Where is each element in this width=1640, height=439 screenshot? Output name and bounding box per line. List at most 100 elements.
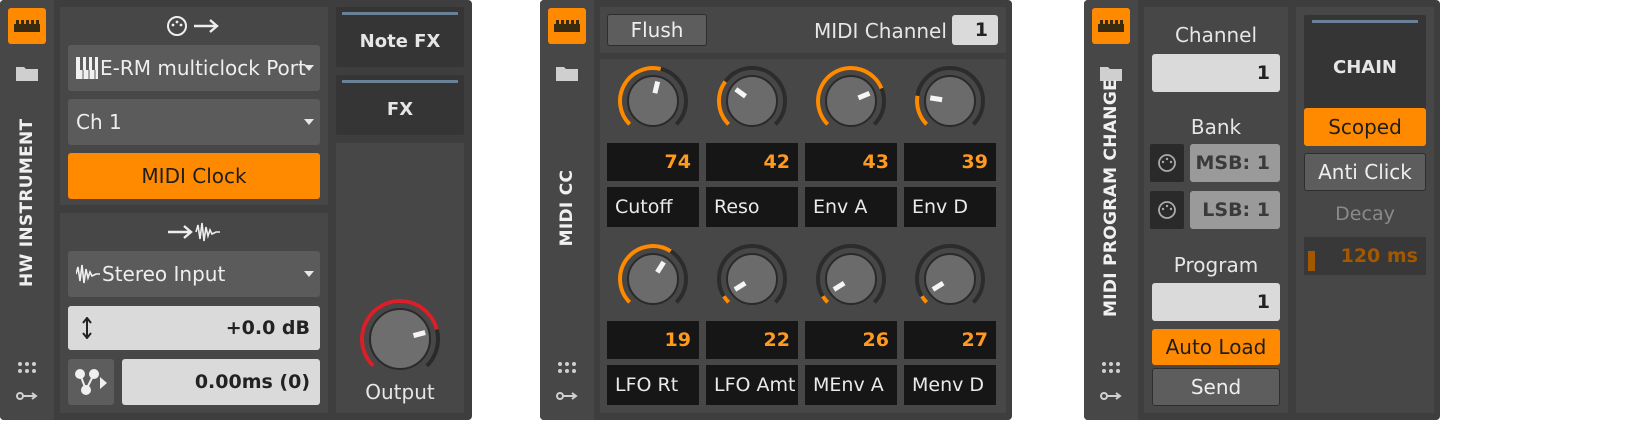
lsb-field[interactable]: LSB: 1 [1190,191,1280,229]
cc-value-field[interactable]: 22 [706,321,798,359]
device-icon-button[interactable] [548,8,586,44]
cc-knob-body [924,253,976,305]
grid-dots-icon [1102,362,1120,373]
cc-knob[interactable] [910,239,990,319]
cc-label-field[interactable]: Menv D [904,365,996,405]
cc-knob[interactable] [712,239,792,319]
msb-value: MSB: 1 [1195,152,1270,174]
cc-knob-body [726,75,778,127]
decay-slider-fill [1308,251,1315,271]
cc-knob-body [825,253,877,305]
device-title: MIDI PROGRAM CHANGE [1101,79,1121,317]
folder-icon [16,67,38,81]
channel-label: Channel [1174,23,1258,47]
waveform-icon [76,264,100,284]
cc-label-field[interactable]: LFO Rt [607,365,699,405]
modulators-button[interactable] [12,386,42,406]
midi-channel-select[interactable]: Ch 1 [68,99,320,145]
latency-compensation-button[interactable] [68,359,114,405]
cc-value-field[interactable]: 26 [805,321,897,359]
cc-knob[interactable] [811,239,891,319]
key-arrow-icon [16,392,38,400]
chevron-down-icon [304,65,314,71]
cc-value-field[interactable]: 42 [706,143,798,181]
lsb-midi-icon-box[interactable] [1150,191,1184,229]
cc-controls-grid: 74 Cutoff 42 Reso 43 Env A 39 Env D 19 LFO Rt 22 LF… [600,59,1006,413]
scoped-toggle[interactable]: Scoped [1304,108,1426,146]
latency-field[interactable]: 0.00ms (0) [122,359,320,405]
midi-out-header [60,13,328,39]
output-label: Output [365,380,435,404]
cc-label-field[interactable]: MEnv A [805,365,897,405]
midi-cc-header: Flush MIDI Channel 1 [600,7,1006,53]
cc-label-field[interactable]: Env A [805,187,897,227]
device-icon-button[interactable] [1092,8,1130,44]
cc-knob[interactable] [910,61,990,141]
input-gain-value: +0.0 dB [225,317,310,339]
cc-value-field[interactable]: 27 [904,321,996,359]
midi-din-icon [1158,201,1176,219]
program-change-panel: Channel 1 Bank MSB: 1 LSB: 1 Program 1 A [1144,7,1288,413]
audio-input-select[interactable]: Stereo Input [68,251,320,297]
device-header-strip: MIDI CC [540,0,594,420]
cc-knob[interactable] [613,239,693,319]
anti-click-toggle[interactable]: Anti Click [1304,153,1426,191]
preset-browser-button[interactable] [552,60,582,86]
cc-knob-body [825,75,877,127]
preset-browser-button[interactable] [12,60,42,86]
keyboard-piano-icon [1098,20,1124,32]
cc-knob[interactable] [811,61,891,141]
cc-knob-body [726,253,778,305]
cc-value-field[interactable]: 19 [607,321,699,359]
cc-value-field[interactable]: 39 [904,143,996,181]
remote-controls-button[interactable] [12,356,42,378]
midi-cc-device: MIDI CC Flush MIDI Channel 1 74 Cutoff 42 R… [540,0,1012,420]
decay-value: 120 ms [1340,245,1418,267]
cc-knob[interactable] [712,61,792,141]
chevron-down-icon [304,119,314,125]
output-knob[interactable] [356,295,444,383]
midi-output-port-select[interactable]: E-RM multiclock Port [68,45,320,91]
remote-controls-button[interactable] [1096,356,1126,378]
remote-controls-button[interactable] [552,356,582,378]
msb-midi-icon-box[interactable] [1150,144,1184,182]
device-header-strip: MIDI PROGRAM CHANGE [1084,0,1138,420]
cc-knob-body [924,75,976,127]
channel-field[interactable]: 1 [1152,54,1280,92]
keyboard-piano-icon [14,20,40,32]
midi-program-change-device: MIDI PROGRAM CHANGE Channel 1 Bank MSB: … [1084,0,1440,420]
key-arrow-icon [556,392,578,400]
modulators-button[interactable] [552,386,582,406]
note-fx-slot[interactable]: Note FX [336,7,464,67]
fx-slot[interactable]: FX [336,75,464,135]
midi-channel-field[interactable]: 1 [952,15,998,45]
cc-knob-indicator [652,80,661,94]
midi-port-arrow-icon [167,16,219,36]
decay-slider[interactable]: 120 ms [1304,237,1426,275]
auto-load-toggle[interactable]: Auto Load [1152,329,1280,365]
keyboard-icon [76,57,98,79]
cc-value-field[interactable]: 43 [805,143,897,181]
send-button[interactable]: Send [1152,368,1280,406]
cc-label-field[interactable]: LFO Amt [706,365,798,405]
modulators-button[interactable] [1096,386,1126,406]
arrow-waveform-icon [168,222,220,242]
input-gain-field[interactable]: +0.0 dB [68,306,320,350]
flush-button[interactable]: Flush [607,14,707,46]
device-icon-button[interactable] [8,8,46,44]
midi-clock-toggle[interactable]: MIDI Clock [68,153,320,199]
note-fx-label: Note FX [359,30,441,52]
channel-field-value: 1 [1256,62,1270,84]
cc-label-field[interactable]: Cutoff [607,187,699,227]
program-field[interactable]: 1 [1152,283,1280,321]
cc-knob[interactable] [613,61,693,141]
cc-label-field[interactable]: Reso [706,187,798,227]
midi-output-panel: E-RM multiclock Port Ch 1 MIDI Clock [60,7,328,205]
chain-slot[interactable]: CHAIN [1304,15,1426,109]
msb-field[interactable]: MSB: 1 [1190,144,1280,182]
cc-value-field[interactable]: 74 [607,143,699,181]
cc-label-field[interactable]: Env D [904,187,996,227]
folder-icon [556,67,578,81]
cc-knob-body [627,253,679,305]
bank-label: Bank [1190,115,1242,139]
